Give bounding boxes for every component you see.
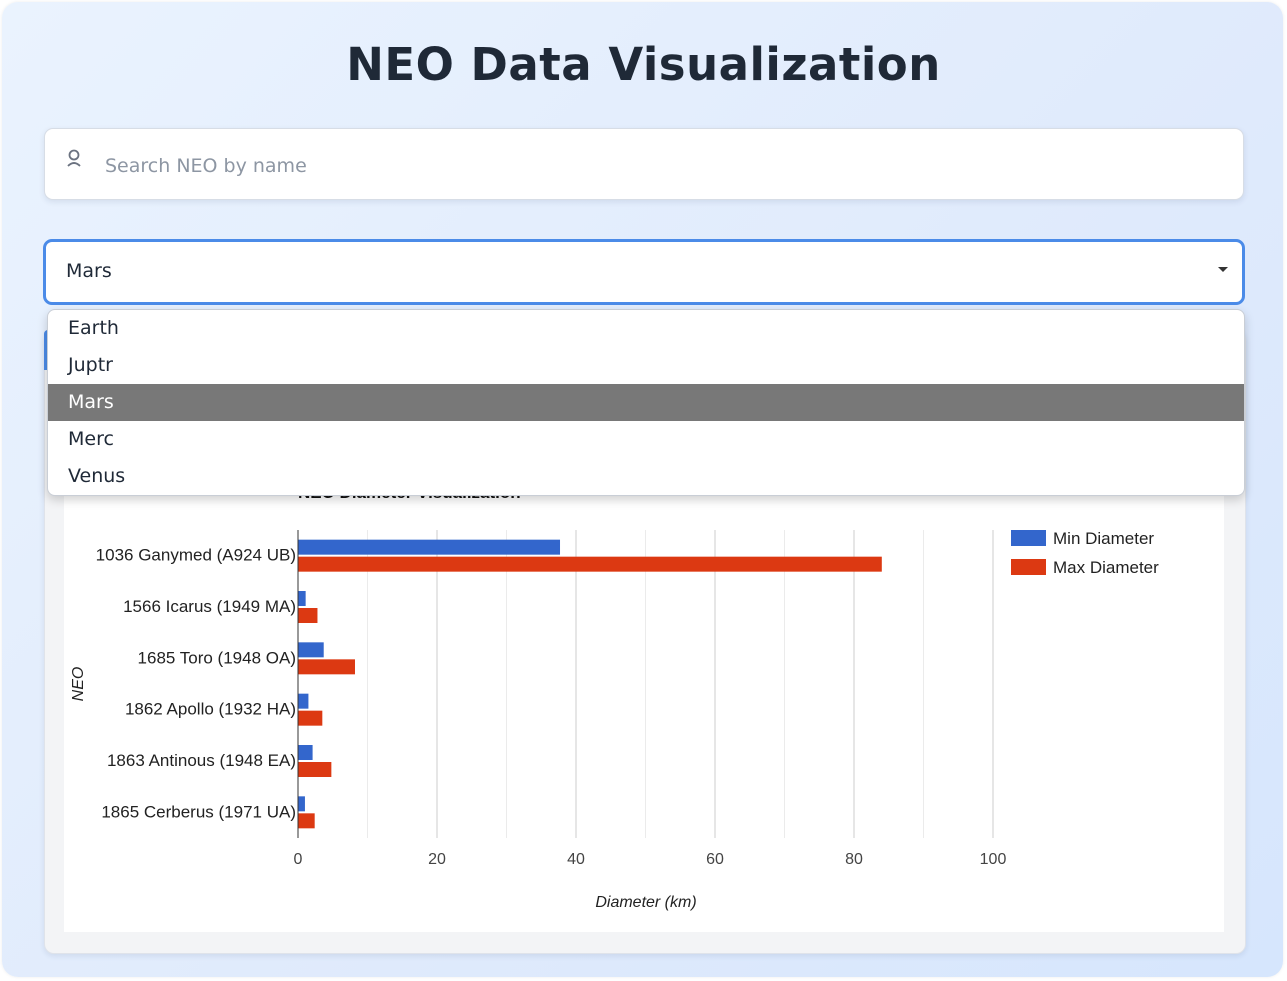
dropdown-option[interactable]: Venus: [48, 458, 1244, 495]
dropdown-option[interactable]: Juptr: [48, 347, 1244, 384]
chevron-down-icon[interactable]: [1218, 267, 1228, 272]
user-icon: [67, 149, 81, 167]
planet-select-value: Mars: [66, 260, 112, 282]
planet-select[interactable]: Mars: [43, 239, 1245, 305]
dropdown-option[interactable]: Merc: [48, 421, 1244, 458]
page-title: NEO Data Visualization: [346, 38, 941, 91]
search-box[interactable]: [44, 128, 1244, 200]
search-input[interactable]: [103, 149, 1207, 183]
chart-area: [64, 470, 1224, 932]
planet-dropdown-list[interactable]: Earth Juptr Mars Merc Venus: [47, 309, 1245, 496]
dropdown-option[interactable]: Earth: [48, 310, 1244, 347]
dropdown-option[interactable]: Mars: [48, 384, 1244, 421]
